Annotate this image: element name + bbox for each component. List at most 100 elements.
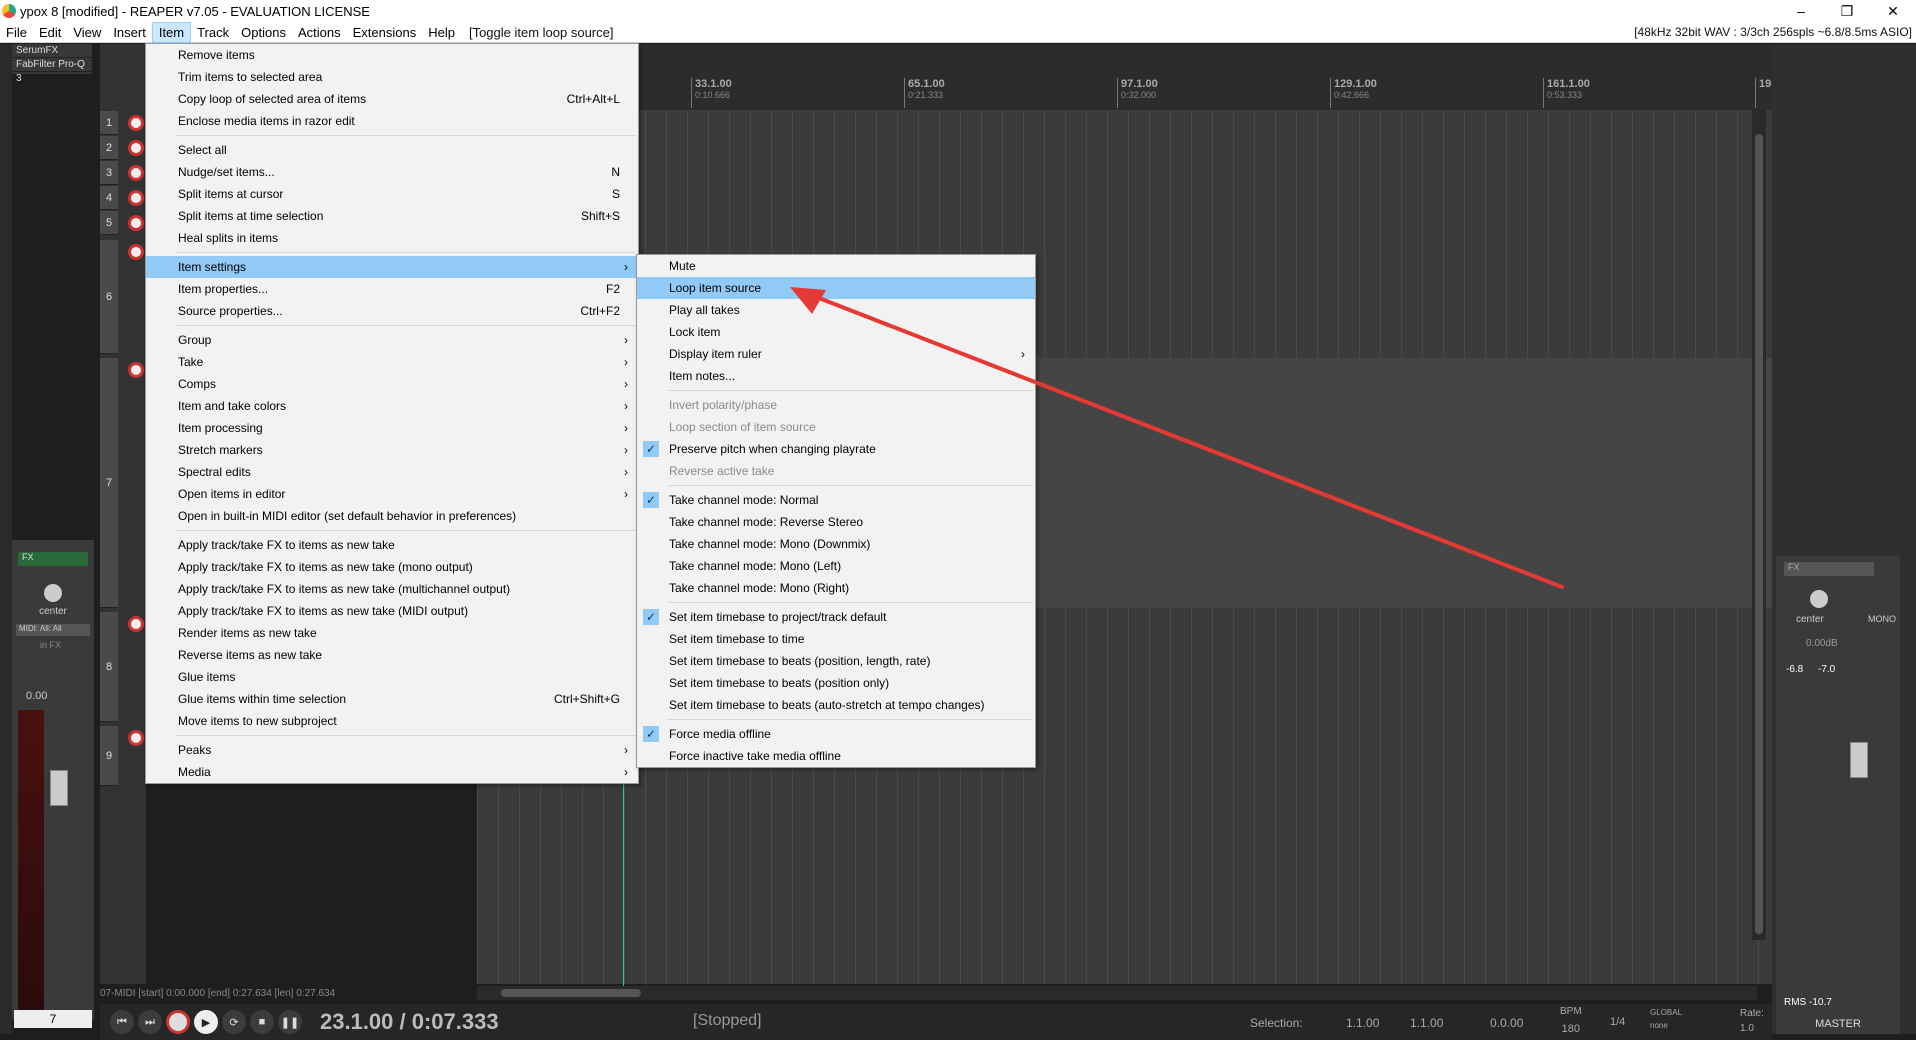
mono-button[interactable]: MONO bbox=[1868, 614, 1896, 624]
track-number[interactable]: 4 bbox=[100, 186, 118, 210]
menu-item-take-channel-mode-mono-downmix[interactable]: Take channel mode: Mono (Downmix) bbox=[637, 533, 1035, 555]
menu-item-peaks[interactable]: Peaks › bbox=[146, 739, 638, 761]
track-number[interactable]: 5 bbox=[100, 211, 118, 235]
menu-item-set-item-timebase-to-beats-position-only[interactable]: Set item timebase to beats (position onl… bbox=[637, 672, 1035, 694]
pause-button[interactable]: ❚❚ bbox=[278, 1010, 302, 1034]
menu-item-mute[interactable]: Mute bbox=[637, 255, 1035, 277]
menu-item-stretch-markers[interactable]: Stretch markers › bbox=[146, 439, 638, 461]
midi-input-select[interactable]: MIDI: All: All bbox=[16, 624, 90, 636]
go-to-end-button[interactable]: ⏭ bbox=[138, 1010, 162, 1034]
record-arm-button[interactable] bbox=[128, 140, 144, 156]
menu-options[interactable]: Options bbox=[235, 22, 292, 43]
menu-item-remove-items[interactable]: Remove items bbox=[146, 44, 638, 66]
playrate-control[interactable]: Rate: 1.0 bbox=[1740, 1008, 1764, 1034]
menu-item-display-item-ruler[interactable]: Display item ruler › bbox=[637, 343, 1035, 365]
pan-knob[interactable] bbox=[1810, 590, 1828, 608]
menu-item-apply-track-take-fx-to-items-as-new-take-multichannel-output[interactable]: Apply track/take FX to items as new take… bbox=[146, 578, 638, 600]
play-button[interactable]: ▶ bbox=[194, 1010, 218, 1034]
scroll-thumb[interactable] bbox=[1755, 134, 1763, 934]
menu-item-play-all-takes[interactable]: Play all takes bbox=[637, 299, 1035, 321]
menu-item-loop-item-source[interactable]: Loop item source bbox=[637, 277, 1035, 299]
horizontal-scrollbar[interactable] bbox=[477, 986, 1757, 1000]
menu-view[interactable]: View bbox=[67, 22, 107, 43]
track-number[interactable]: 8 bbox=[100, 612, 118, 722]
menu-item-lock-item[interactable]: Lock item bbox=[637, 321, 1035, 343]
track-number[interactable]: 9 bbox=[100, 726, 118, 786]
record-arm-button[interactable] bbox=[128, 190, 144, 206]
timeline-ruler[interactable]: 33.1.00 0:10.666 65.1.00 0:21.333 97.1.00 0… bbox=[477, 44, 1772, 110]
stop-button[interactable]: ■ bbox=[250, 1010, 274, 1034]
audio-device-status[interactable]: [48kHz 32bit WAV : 3/3ch 256spls ~6.8/8.… bbox=[1634, 25, 1912, 39]
track-number[interactable]: 2 bbox=[100, 136, 118, 160]
selection-end[interactable]: 1.1.00 bbox=[1410, 1016, 1443, 1030]
menu-item-item-processing[interactable]: Item processing › bbox=[146, 417, 638, 439]
menu-item-take-channel-mode-mono-right[interactable]: Take channel mode: Mono (Right) bbox=[637, 577, 1035, 599]
track-fader[interactable] bbox=[50, 770, 68, 806]
menu-help[interactable]: Help bbox=[422, 22, 461, 43]
menu-item-apply-track-take-fx-to-items-as-new-take-midi-output[interactable]: Apply track/take FX to items as new take… bbox=[146, 600, 638, 622]
record-arm-button[interactable] bbox=[128, 362, 144, 378]
menu-track[interactable]: Track bbox=[191, 22, 235, 43]
menu-item-nudge-set-items[interactable]: Nudge/set items... N bbox=[146, 161, 638, 183]
go-to-start-button[interactable]: ⏮ bbox=[110, 1010, 134, 1034]
minimize-button[interactable]: – bbox=[1778, 0, 1824, 22]
menu-item-trim-items-to-selected-area[interactable]: Trim items to selected area bbox=[146, 66, 638, 88]
menu-item-render-items-as-new-take[interactable]: Render items as new take bbox=[146, 622, 638, 644]
menu-insert[interactable]: Insert bbox=[107, 22, 152, 43]
vertical-scrollbar[interactable] bbox=[1752, 110, 1766, 940]
record-arm-button[interactable] bbox=[128, 165, 144, 181]
selection-start[interactable]: 1.1.00 bbox=[1346, 1016, 1379, 1030]
record-arm-button[interactable] bbox=[128, 244, 144, 260]
time-signature[interactable]: 1/4 bbox=[1610, 1016, 1625, 1028]
mixer-dock-tab[interactable] bbox=[0, 44, 12, 1034]
menu-item-item-settings[interactable]: Item settings › bbox=[146, 256, 638, 278]
maximize-button[interactable]: ❐ bbox=[1824, 0, 1870, 22]
menu-item-media[interactable]: Media › bbox=[146, 761, 638, 783]
menu-item-enclose-media-items-in-razor-edit[interactable]: Enclose media items in razor edit bbox=[146, 110, 638, 132]
track-number[interactable]: 6 bbox=[100, 240, 118, 354]
menu-item-force-inactive-take-media-offline[interactable]: Force inactive take media offline bbox=[637, 745, 1035, 767]
mixer-track-number[interactable]: 7 bbox=[14, 1010, 92, 1028]
menu-item-set-item-timebase-to-project-track-default[interactable]: ✓ Set item timebase to project/track defa… bbox=[637, 606, 1035, 628]
menu-item-copy-loop-of-selected-area-of-items[interactable]: Copy loop of selected area of items Ctrl+… bbox=[146, 88, 638, 110]
track-number[interactable]: 1 bbox=[100, 111, 118, 135]
menu-edit[interactable]: Edit bbox=[33, 22, 67, 43]
menu-item-item-notes[interactable]: Item notes... bbox=[637, 365, 1035, 387]
menu-item-take-channel-mode-mono-left[interactable]: Take channel mode: Mono (Left) bbox=[637, 555, 1035, 577]
menu-item-reverse-items-as-new-take[interactable]: Reverse items as new take bbox=[146, 644, 638, 666]
menu-item-split-items-at-time-selection[interactable]: Split items at time selection Shift+S bbox=[146, 205, 638, 227]
pan-knob[interactable] bbox=[44, 584, 62, 602]
master-fader[interactable] bbox=[1850, 742, 1868, 778]
menu-item-open-items-in-editor[interactable]: Open items in editor › bbox=[146, 483, 638, 505]
menu-item-open-in-built-in-midi-editor-set-default-behavior-in-preferences[interactable]: Open in built-in MIDI editor (set defaul… bbox=[146, 505, 638, 527]
bpm-display[interactable]: BPM 180 bbox=[1560, 1006, 1582, 1035]
track-fx-button[interactable]: FX bbox=[18, 552, 88, 566]
global-timebase[interactable]: GLOBAL none bbox=[1650, 1008, 1682, 1030]
menu-item-spectral-edits[interactable]: Spectral edits › bbox=[146, 461, 638, 483]
close-button[interactable]: ✕ bbox=[1870, 0, 1916, 22]
menu-item-item-properties[interactable]: Item properties... F2 bbox=[146, 278, 638, 300]
menu-item-move-items-to-new-subproject[interactable]: Move items to new subproject bbox=[146, 710, 638, 732]
menu-item-force-media-offline[interactable]: ✓ Force media offline bbox=[637, 723, 1035, 745]
menu-item-glue-items-within-time-selection[interactable]: Glue items within time selection Ctrl+Shi… bbox=[146, 688, 638, 710]
repeat-button[interactable]: ⟳ bbox=[222, 1010, 246, 1034]
menu-item-set-item-timebase-to-beats-auto-stretch-at-tempo-changes[interactable]: Set item timebase to beats (auto-stretch… bbox=[637, 694, 1035, 716]
master-fx-button[interactable]: FX bbox=[1784, 562, 1874, 576]
record-button[interactable] bbox=[166, 1010, 190, 1034]
fx-slot[interactable]: FabFilter Pro-Q 3 bbox=[12, 58, 92, 84]
record-arm-button[interactable] bbox=[128, 115, 144, 131]
menu-item-glue-items[interactable]: Glue items bbox=[146, 666, 638, 688]
scroll-thumb[interactable] bbox=[501, 989, 641, 997]
menu-item-set-item-timebase-to-beats-position-length-rate[interactable]: Set item timebase to beats (position, le… bbox=[637, 650, 1035, 672]
menu-item-take[interactable]: Take › bbox=[146, 351, 638, 373]
track-number[interactable]: 3 bbox=[100, 161, 118, 185]
menu-item[interactable]: Item bbox=[151, 21, 192, 43]
fx-slot[interactable]: SerumFX bbox=[12, 44, 92, 58]
menu-item-select-all[interactable]: Select all bbox=[146, 139, 638, 161]
menu-item-split-items-at-cursor[interactable]: Split items at cursor S bbox=[146, 183, 638, 205]
menu-item-set-item-timebase-to-time[interactable]: Set item timebase to time bbox=[637, 628, 1035, 650]
menu-item-take-channel-mode-normal[interactable]: ✓ Take channel mode: Normal bbox=[637, 489, 1035, 511]
menu-item-heal-splits-in-items[interactable]: Heal splits in items bbox=[146, 227, 638, 249]
menu-item-apply-track-take-fx-to-items-as-new-take[interactable]: Apply track/take FX to items as new take bbox=[146, 534, 638, 556]
menu-item-source-properties[interactable]: Source properties... Ctrl+F2 bbox=[146, 300, 638, 322]
